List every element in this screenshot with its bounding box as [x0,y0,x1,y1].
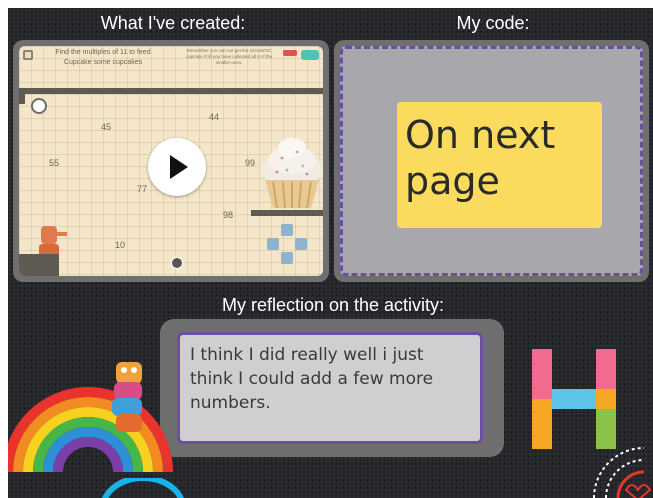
game-preview: Find the multiples of 11 to feed Cupcake… [19,46,323,276]
code-heading: My code: [456,13,530,33]
game-number: 10 [115,240,126,250]
game-badge-icon [283,50,297,56]
game-number: 45 [101,122,112,132]
game-number: 77 [137,184,148,194]
decorative-arcs [593,447,652,498]
h-logo [532,349,616,449]
code-frame: On next page [334,40,649,282]
dpad-icon [267,224,307,264]
code-sticky-note: On next page [397,102,602,228]
game-platform [251,210,323,216]
rainbow-sticker [8,362,173,472]
game-start-icon [31,98,47,114]
record-icon [171,257,183,269]
game-note: Remember you can not get the GIGANTIC cu… [185,48,273,65]
decorative-blue-arc [102,478,184,498]
game-number: 44 [209,112,220,122]
game-number: 55 [49,158,60,168]
game-menu-icon [23,50,33,60]
created-heading: What I've created: [100,13,246,33]
game-number: 99 [245,158,256,168]
reflection-text[interactable]: I think I did really well i just think I… [177,332,483,444]
reflection-frame: I think I did really well i just think I… [160,319,504,457]
game-ground [19,254,59,276]
cupcake-icon [260,138,323,209]
game-ceiling [19,88,323,94]
game-instruction: Find the multiples of 11 to feed Cupcake… [55,49,151,66]
game-run-icon [301,50,319,60]
play-button[interactable] [148,138,206,196]
code-dropzone: On next page [340,46,643,276]
reflection-heading: My reflection on the activity: [221,295,445,315]
game-number: 98 [223,210,234,220]
game-wall [19,94,25,104]
game-preview-frame: Find the multiples of 11 to feed Cupcake… [13,40,329,282]
presentation-slide: What I've created: My code: Find the mul… [8,8,653,498]
